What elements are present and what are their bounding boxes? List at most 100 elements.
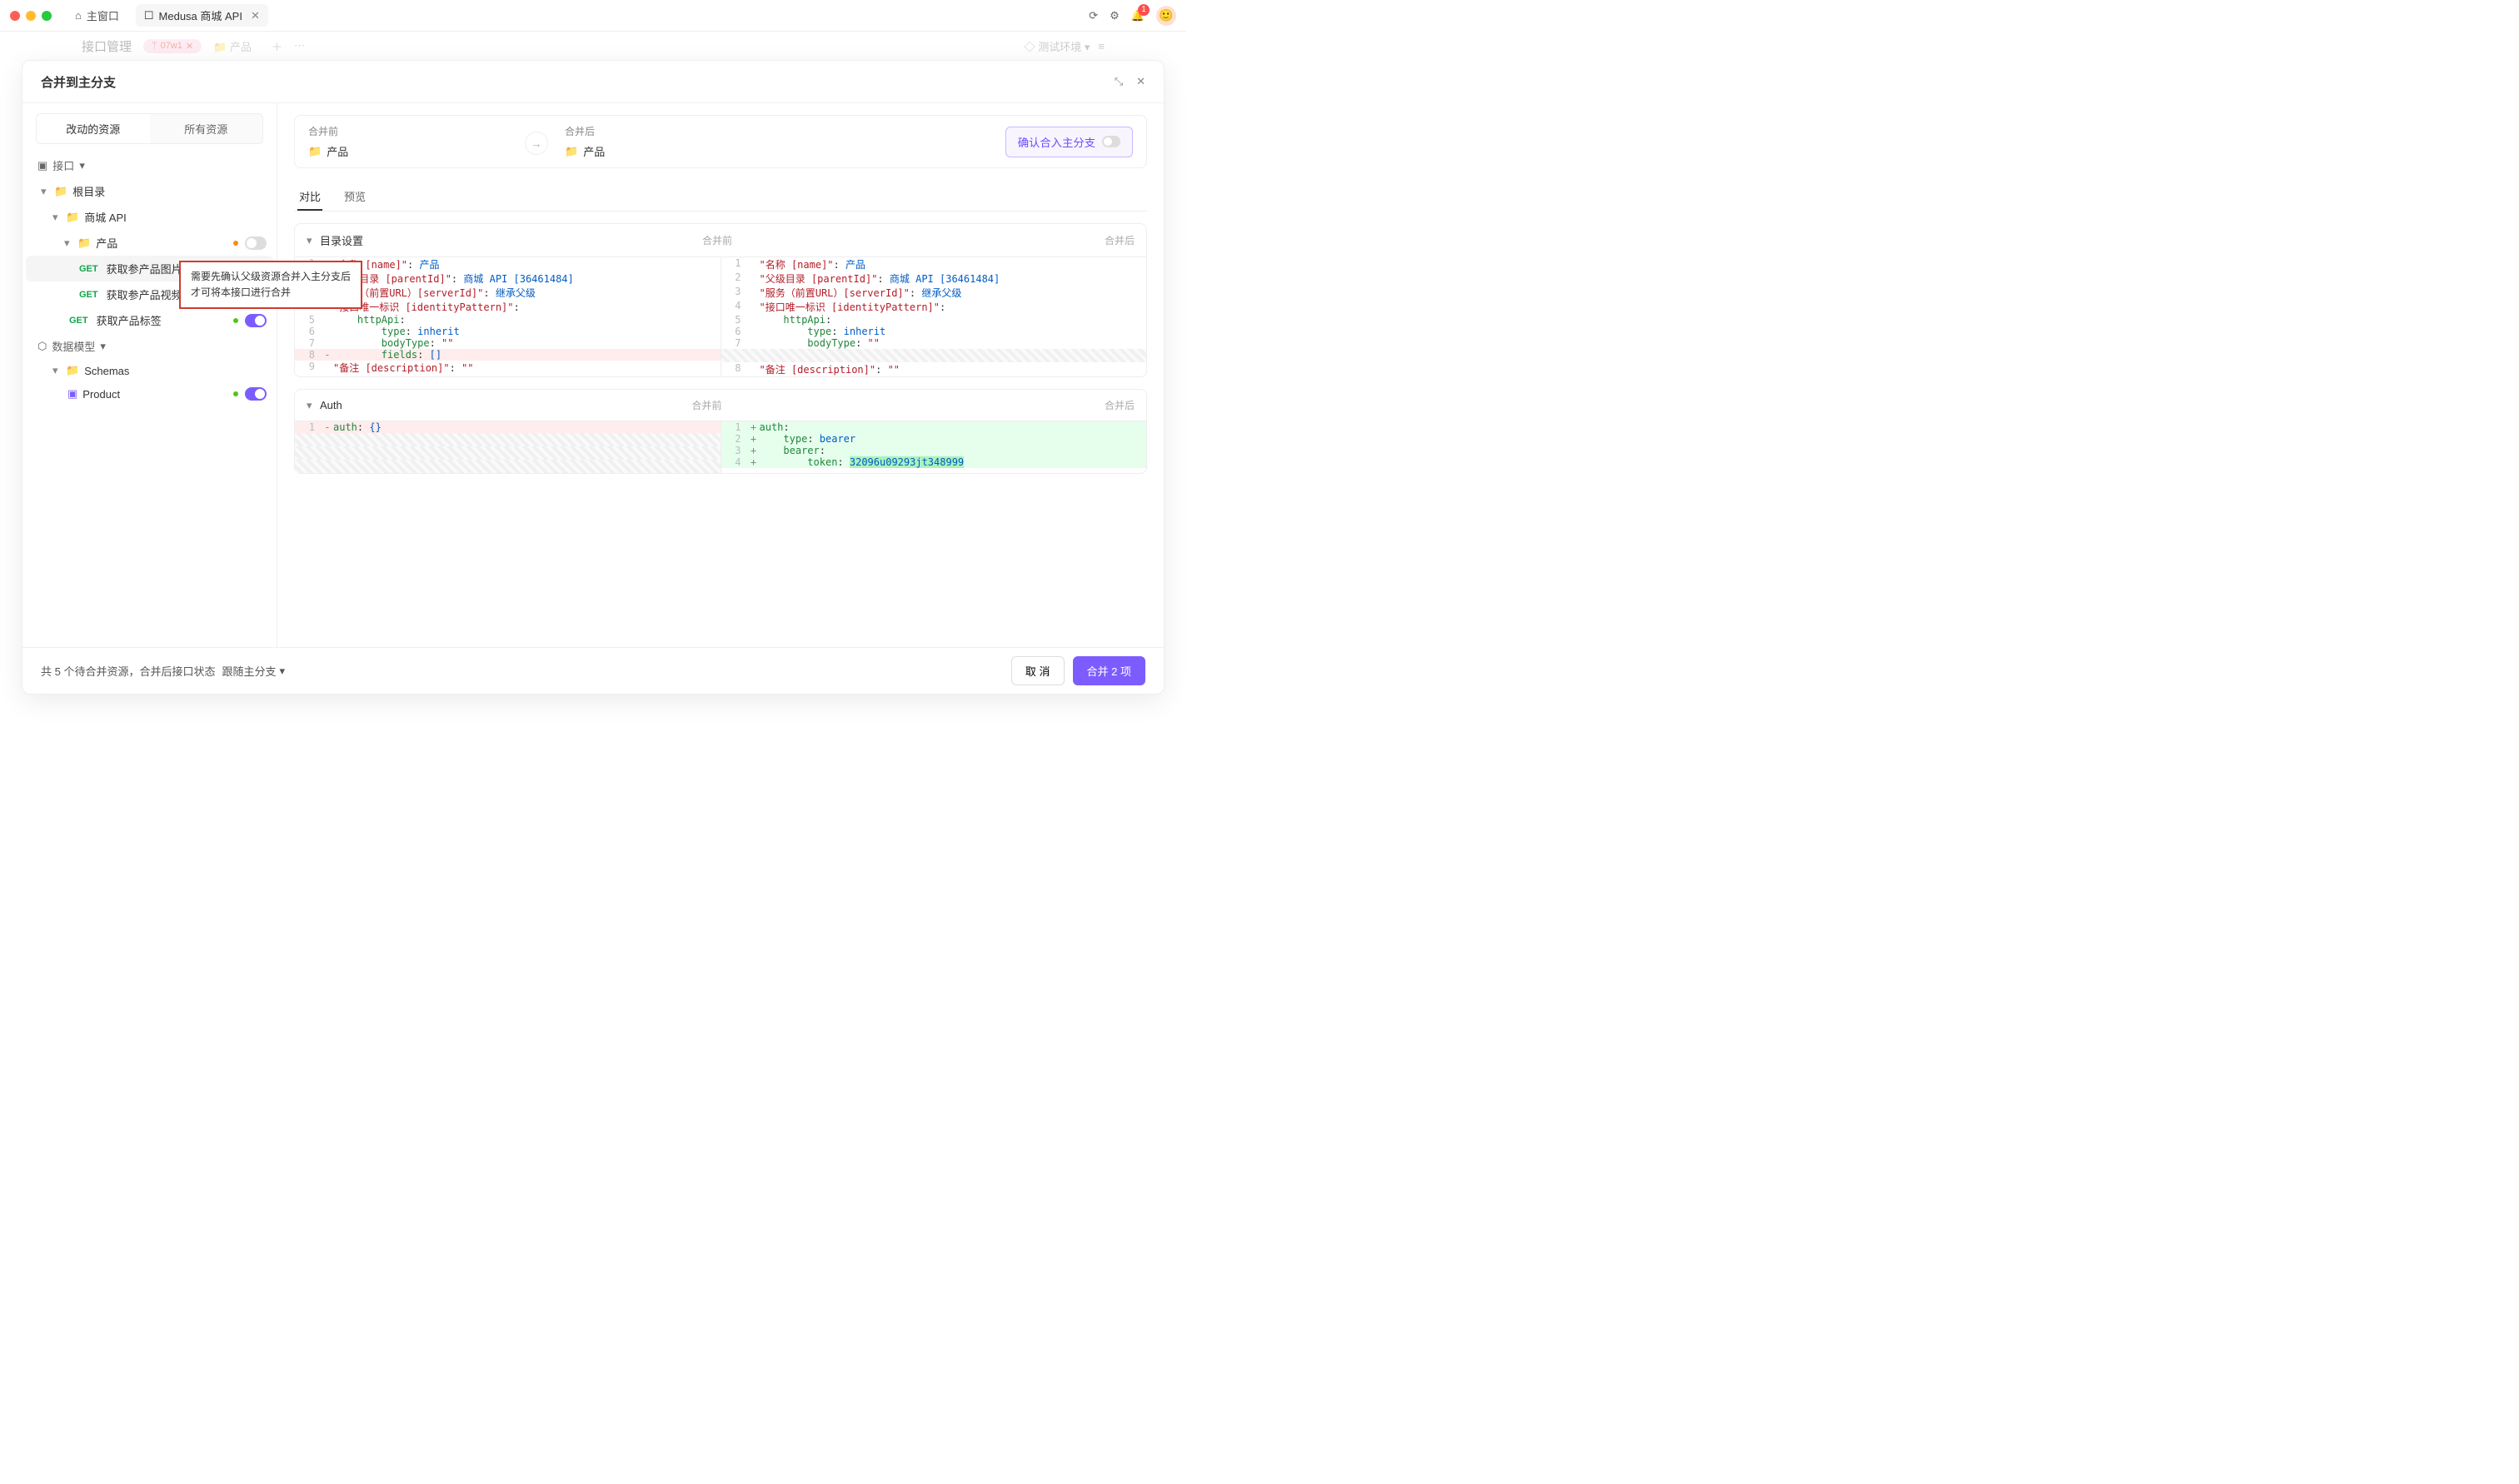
- modal-title: 合并到主分支: [41, 73, 116, 91]
- diff-line: 9"备注 [description]": "": [295, 361, 721, 375]
- diff-pane: 1-auth: {}: [295, 421, 721, 473]
- tree-root[interactable]: ▾ 📁 根目录: [26, 178, 273, 204]
- diff-line: 8- fields: []: [295, 349, 721, 361]
- diff-line: 2"父级目录 [parentId]": 商城 API [36461484]: [721, 271, 1147, 286]
- bg-product-tab: 📁 产品: [213, 38, 252, 54]
- menu-icon: ≡: [1098, 40, 1105, 52]
- data-icon: ⬡: [37, 340, 47, 353]
- resource-tabs: 改动的资源 所有资源: [36, 113, 263, 144]
- bg-header: 接口管理 ᛘ 07w1 ✕ 📁 产品 ＋ ⋯ ◇ 测试环境 ▾ ≡: [0, 32, 1186, 60]
- notification-badge: 1: [1138, 4, 1150, 16]
- diff-line: 7 bodyType: "": [721, 337, 1147, 349]
- tab-all[interactable]: 所有资源: [150, 114, 263, 143]
- sidebar: 改动的资源 所有资源 ▣ 接口 ▾ ▾ 📁 根目录 ▾ 📁 商城 API: [22, 103, 277, 647]
- diff-gap: [295, 433, 721, 446]
- datamodel-label[interactable]: ⬡ 数据模型 ▾: [22, 333, 277, 359]
- status-dot-icon: [233, 241, 238, 246]
- doc-tab[interactable]: ☐ Medusa 商城 API ✕: [136, 4, 268, 27]
- home-icon: ⌂: [75, 9, 82, 22]
- merge-summary-bar: 合并前 📁产品 → 合并后 📁产品 确认合入主分支: [294, 115, 1147, 168]
- follow-branch-select[interactable]: 跟随主分支 ▾: [222, 663, 285, 679]
- folder-icon: 📁: [77, 237, 91, 250]
- cancel-button[interactable]: 取 消: [1011, 656, 1065, 685]
- home-label: 主窗口: [87, 7, 119, 23]
- maximize-window-icon[interactable]: [42, 11, 52, 21]
- col-before: 合并前: [691, 398, 721, 412]
- diff-gap: [295, 446, 721, 460]
- item-toggle[interactable]: [245, 237, 267, 250]
- page-title: 接口管理: [82, 37, 132, 55]
- diff-pane: 1+auth:2+ type: bearer3+ bearer:4+ token…: [721, 421, 1147, 473]
- section-auth: ▾ Auth 合并前 合并后 1-auth: {}1+auth:2+ type:…: [294, 389, 1147, 474]
- tree-product-model[interactable]: ▣ Product: [26, 382, 273, 406]
- chevron-down-icon[interactable]: ▾: [307, 399, 315, 412]
- diff-line: 3"服务（前置URL）[serverId]": 继承父级: [721, 286, 1147, 300]
- diff-line: 5 httpApi:: [295, 314, 721, 326]
- chevron-down-icon: ▾: [79, 159, 85, 172]
- tree-api-tags[interactable]: GET 获取产品标签: [26, 307, 273, 333]
- chevron-down-icon[interactable]: ▾: [307, 234, 315, 247]
- folder-icon: 📁: [308, 145, 322, 158]
- tree-schemas[interactable]: ▾ 📁 Schemas: [26, 359, 273, 382]
- minimize-window-icon[interactable]: [26, 11, 36, 21]
- col-before: 合并前: [702, 233, 732, 247]
- tree-product[interactable]: ▾ 📁 产品: [26, 230, 273, 256]
- arrow-right-icon: →: [525, 132, 548, 155]
- tree-mall[interactable]: ▾ 📁 商城 API: [26, 204, 273, 230]
- interface-label[interactable]: ▣ 接口 ▾: [22, 152, 277, 178]
- window-controls: [10, 11, 52, 21]
- footer-status: 共 5 个待合并资源，合并后接口状态: [41, 663, 215, 679]
- diff-line: 5 httpApi:: [721, 314, 1147, 326]
- folder-icon: 📁: [54, 185, 67, 198]
- tab-changed[interactable]: 改动的资源: [37, 114, 150, 143]
- diff-line: 6 type: inherit: [295, 326, 721, 337]
- before-label: 合并前: [308, 124, 508, 138]
- more-icon: ⋯: [294, 39, 305, 52]
- close-modal-icon[interactable]: ✕: [1136, 75, 1145, 88]
- item-toggle[interactable]: [245, 314, 267, 327]
- confirm-merge-button[interactable]: 确认合入主分支: [1005, 127, 1133, 157]
- tab-preview[interactable]: 预览: [342, 183, 367, 211]
- http-method: GET: [79, 290, 98, 300]
- avatar[interactable]: 🙂: [1156, 6, 1176, 26]
- col-after: 合并后: [1105, 233, 1135, 247]
- item-toggle[interactable]: [245, 387, 267, 401]
- section-title: 目录设置: [320, 232, 363, 248]
- gear-icon[interactable]: ⚙: [1110, 9, 1120, 22]
- content-pane: 合并前 📁产品 → 合并后 📁产品 确认合入主分支 对比 预览: [277, 103, 1164, 647]
- status-dot-icon: [233, 318, 238, 323]
- chevron-down-icon: ▾: [100, 340, 106, 353]
- merge-button[interactable]: 合并 2 项: [1073, 656, 1145, 685]
- bell-icon[interactable]: 🔔1: [1131, 9, 1145, 22]
- chevron-down-icon: ▾: [279, 665, 285, 678]
- close-window-icon[interactable]: [10, 11, 20, 21]
- diff-tabs: 对比 预览: [294, 183, 1147, 212]
- merge-modal: 合并到主分支 ⤡ ✕ 改动的资源 所有资源 ▣ 接口 ▾ ▾ 📁 根目录: [22, 60, 1165, 695]
- diff-line: 1-auth: {}: [295, 421, 721, 433]
- diff-line: 8"备注 [description]": "": [721, 362, 1147, 376]
- http-method: GET: [69, 316, 88, 326]
- confirm-toggle[interactable]: [1102, 136, 1120, 147]
- modal-footer: 共 5 个待合并资源，合并后接口状态 跟随主分支 ▾ 取 消 合并 2 项: [22, 647, 1164, 694]
- diff-line: 4"接口唯一标识 [identityPattern]":: [721, 300, 1147, 314]
- folder-icon: 📁: [66, 364, 79, 377]
- diff-line: 1"名称 [name]": 产品: [721, 257, 1147, 271]
- plus-icon: ＋: [272, 38, 282, 54]
- parent-resource-tooltip: 需要先确认父级资源合并入主分支后 才可将本接口进行合并: [179, 261, 362, 309]
- doc-tab-label: Medusa 商城 API: [159, 7, 242, 23]
- col-after: 合并后: [1105, 398, 1135, 412]
- http-method: GET: [79, 264, 98, 274]
- section-title: Auth: [320, 399, 342, 411]
- refresh-icon[interactable]: ⟳: [1089, 9, 1098, 22]
- status-dot-icon: [233, 391, 238, 396]
- diff-line: 1+auth:: [721, 421, 1147, 433]
- after-label: 合并后: [565, 124, 765, 138]
- close-tab-icon[interactable]: ✕: [251, 9, 260, 22]
- folder-icon: 📁: [565, 145, 578, 158]
- titlebar: ⌂ 主窗口 ☐ Medusa 商城 API ✕ ⟳ ⚙ 🔔1 🙂: [0, 0, 1186, 32]
- doc-icon: ☐: [144, 9, 154, 22]
- home-tab[interactable]: ⌂ 主窗口: [67, 4, 127, 27]
- folder-icon: 📁: [66, 211, 79, 224]
- tab-compare[interactable]: 对比: [297, 183, 322, 211]
- minimize-modal-icon[interactable]: ⤡: [1115, 75, 1123, 88]
